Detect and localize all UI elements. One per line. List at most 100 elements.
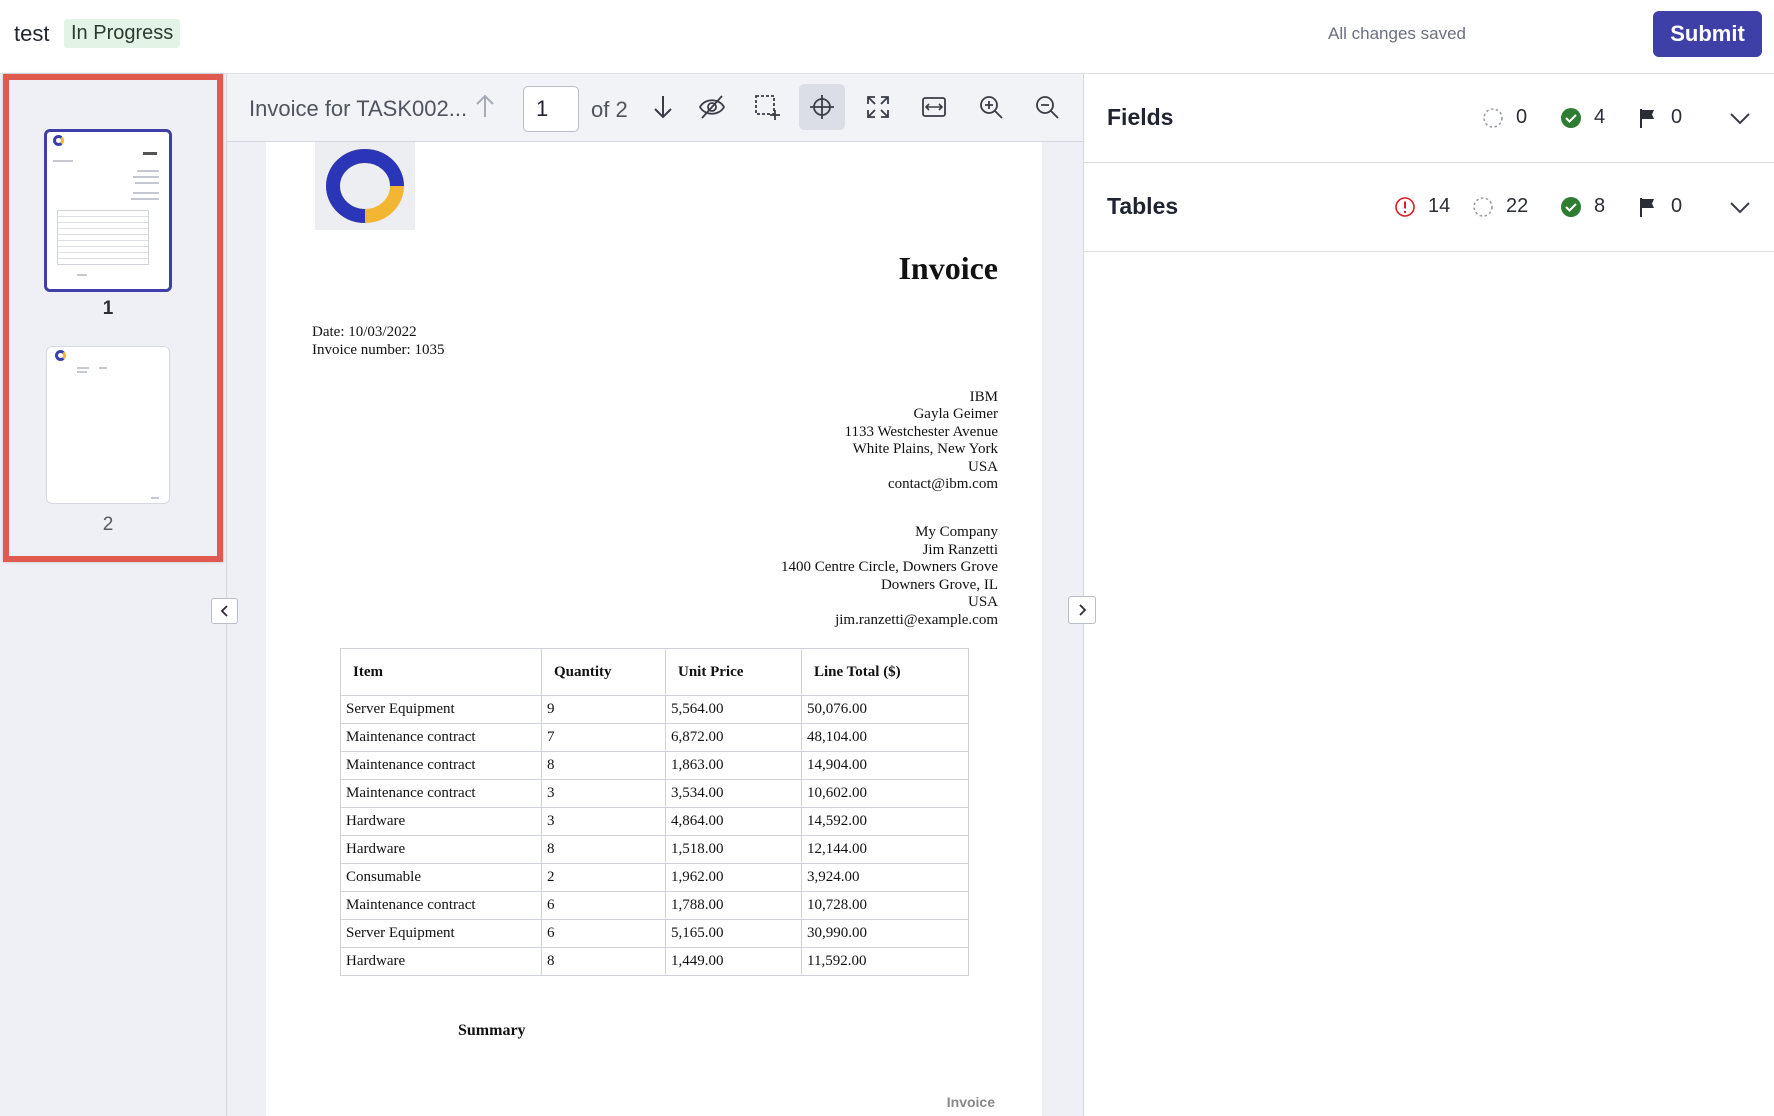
page-thumbnail-1[interactable] (44, 129, 172, 292)
hide-annotations-button[interactable] (689, 84, 735, 130)
table-row: Consumable 2 1,962.00 3,924.00 (340, 863, 969, 892)
thumbnail-logo-icon (53, 135, 64, 146)
document-page: Invoice Date: 10/03/2022 Invoice number:… (266, 142, 1042, 1116)
item-cell: Consumable (340, 863, 542, 892)
crosshair-icon (810, 95, 834, 119)
quantity-cell: 3 (541, 779, 666, 808)
thumbnail-label-1: 1 (102, 298, 114, 319)
page-footer: Invoice (946, 1094, 995, 1110)
from-line: 1400 Centre Circle, Downers Grove (780, 559, 998, 575)
unit-price-cell: 4,864.00 (665, 807, 802, 836)
thumbnail-line (143, 152, 157, 155)
line-total-cell: 50,076.00 (801, 695, 969, 724)
quantity-cell: 8 (541, 947, 666, 976)
quantity-cell: 8 (541, 751, 666, 780)
unit-price-cell: 5,564.00 (665, 695, 802, 724)
zoom-out-button[interactable] (1024, 84, 1070, 130)
quantity-cell: 8 (541, 835, 666, 864)
fields-pending-value: 0 (1516, 106, 1528, 128)
viewer-toolbar: Invoice for TASK002... 1 of 2 (227, 74, 1083, 142)
zoom-in-button[interactable] (968, 84, 1014, 130)
thumbnail-line (131, 198, 159, 200)
thumbnail-line (77, 367, 89, 369)
table-row: Server Equipment 6 5,165.00 30,990.00 (340, 919, 969, 948)
summary-heading: Summary (458, 1022, 526, 1039)
page-count: of 2 (591, 97, 628, 122)
from-line: jim.ranzetti@example.com (835, 612, 998, 628)
chevron-down-icon[interactable] (1728, 106, 1752, 130)
flag-icon (1640, 108, 1654, 128)
tables-error-count: 14 (1394, 195, 1450, 218)
fields-flagged-count: 0 (1637, 106, 1682, 129)
collapse-sidebar-button[interactable] (211, 598, 238, 624)
fields-done-value: 4 (1594, 106, 1606, 128)
chevron-right-icon (1079, 604, 1087, 616)
task-name: test (14, 21, 50, 46)
quantity-cell: 2 (541, 863, 666, 892)
company-logo-icon (326, 149, 404, 223)
line-total-cell: 11,592.00 (801, 947, 969, 976)
checkmark-circle-icon (1561, 196, 1581, 217)
bill-to-line: White Plains, New York (852, 441, 998, 457)
document-viewer: Invoice for TASK002... 1 of 2 Invoice Da… (227, 74, 1083, 1116)
thumbnail-line (53, 160, 73, 162)
submit-button[interactable]: Submit (1653, 11, 1762, 57)
tables-pending-count: 22 (1472, 195, 1528, 218)
table-header-row: Item Quantity Unit Price Line Total ($) (340, 648, 969, 696)
arrow-down-icon (654, 96, 672, 119)
line-total-cell: 3,924.00 (801, 863, 969, 892)
select-point-button[interactable] (799, 84, 845, 130)
bill-to-line: contact@ibm.com (887, 476, 998, 492)
page-thumbnail-2[interactable] (46, 346, 170, 504)
tables-flagged-value: 0 (1671, 195, 1683, 217)
zoom-in-icon (980, 96, 1003, 119)
tables-error-value: 14 (1428, 195, 1451, 217)
unit-price-cell: 5,165.00 (665, 919, 802, 948)
fields-section[interactable]: Fields 0 4 0 (1084, 74, 1774, 163)
unit-price-cell: 1,449.00 (665, 947, 802, 976)
checkmark-circle-icon (1561, 107, 1581, 128)
tables-done-value: 8 (1594, 195, 1606, 217)
item-cell: Maintenance contract (340, 751, 542, 780)
thumbnail-line (151, 497, 159, 499)
previous-page-icon[interactable] (474, 93, 496, 126)
bill-to-line: USA (967, 459, 998, 475)
fields-done-count: 4 (1560, 106, 1605, 129)
tables-done-count: 8 (1560, 195, 1605, 218)
quantity-cell: 6 (541, 919, 666, 948)
fullscreen-button[interactable] (855, 84, 901, 130)
fullscreen-icon (867, 96, 889, 118)
quantity-cell: 6 (541, 891, 666, 920)
add-region-button[interactable] (744, 84, 790, 130)
bill-to-line: Gayla Geimer (913, 406, 998, 422)
next-page-button[interactable] (640, 84, 686, 130)
item-cell: Maintenance contract (340, 891, 542, 920)
item-cell: Hardware (340, 807, 542, 836)
fields-pending-count: 0 (1482, 106, 1527, 129)
chevron-down-icon[interactable] (1728, 195, 1752, 219)
invoice-title: Invoice (898, 250, 998, 286)
item-cell: Maintenance contract (340, 723, 542, 752)
unit-price-cell: 3,534.00 (665, 779, 802, 808)
table-row: Maintenance contract 6 1,788.00 10,728.00 (340, 891, 969, 920)
invoice-number: Invoice number: 1035 (312, 342, 445, 358)
app-header: test In Progress All changes saved Submi… (0, 0, 1774, 74)
page-number-input[interactable]: 1 (523, 86, 579, 132)
table-header-unit-price: Unit Price (665, 648, 802, 696)
chevron-left-icon (220, 605, 228, 617)
status-badge: In Progress (64, 19, 181, 48)
document-scroll-area[interactable]: Invoice Date: 10/03/2022 Invoice number:… (227, 142, 1083, 1116)
fields-flagged-value: 0 (1671, 106, 1683, 128)
collapse-panel-button[interactable] (1068, 596, 1096, 624)
line-total-cell: 48,104.00 (801, 723, 969, 752)
item-cell: Hardware (340, 835, 542, 864)
table-row: Hardware 8 1,449.00 11,592.00 (340, 947, 969, 976)
table-row: Server Equipment 9 5,564.00 50,076.00 (340, 695, 969, 724)
tables-section[interactable]: Tables 14 22 8 0 (1084, 163, 1774, 252)
fit-width-button[interactable] (911, 84, 957, 130)
table-header-quantity: Quantity (541, 648, 666, 696)
line-items-table: Item Quantity Unit Price Line Total ($) … (340, 648, 969, 976)
add-region-icon (755, 95, 780, 120)
line-total-cell: 10,602.00 (801, 779, 969, 808)
table-row: Maintenance contract 3 3,534.00 10,602.00 (340, 779, 969, 808)
